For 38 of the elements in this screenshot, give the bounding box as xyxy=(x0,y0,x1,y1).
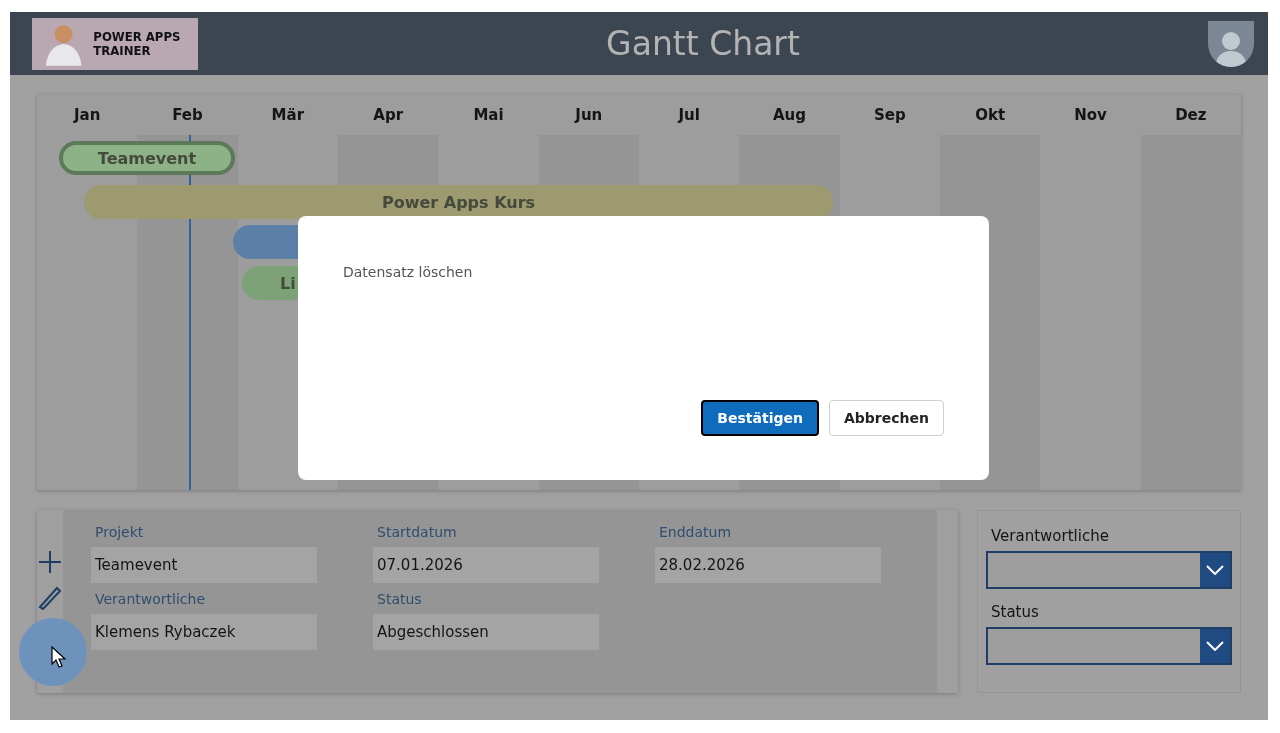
field-label: Enddatum xyxy=(659,524,733,540)
month-label: Mär xyxy=(270,106,306,124)
input-field[interactable]: Teamevent xyxy=(91,547,317,583)
field-label: Startdatum xyxy=(377,524,458,540)
month-label: Jun xyxy=(573,106,604,124)
month-label: Sep xyxy=(872,106,907,124)
cursor-icon xyxy=(51,646,67,668)
month-label: Apr xyxy=(372,106,405,124)
dropdown[interactable] xyxy=(986,627,1232,665)
gantt-bar[interactable]: Teamevent xyxy=(59,141,235,175)
chevron-down-icon xyxy=(1206,641,1224,651)
add-icon[interactable] xyxy=(38,550,62,574)
avatar[interactable] xyxy=(1208,20,1254,67)
dropdown[interactable] xyxy=(986,551,1232,589)
app-title: Gantt Chart xyxy=(605,24,801,63)
chevron-down-icon xyxy=(1206,565,1224,575)
month-label: Okt xyxy=(974,106,1007,124)
field-label: Verantwortliche xyxy=(95,591,207,607)
month-label: Aug xyxy=(771,106,807,124)
field-label: Status xyxy=(377,591,423,607)
input-field[interactable]: 28.02.2026 xyxy=(655,547,881,583)
dialog-message: Datensatz löschen xyxy=(343,264,474,280)
month-label: Feb xyxy=(171,106,204,124)
cancel-button[interactable]: Abbrechen xyxy=(829,400,944,436)
confirm-button[interactable]: Bestätigen xyxy=(701,400,819,436)
input-field[interactable]: 07.01.2026 xyxy=(373,547,599,583)
month-label: Mai xyxy=(472,106,505,124)
filter-label: Status xyxy=(991,603,1040,621)
month-label: Dez xyxy=(1174,106,1208,124)
pencil-icon[interactable] xyxy=(37,584,63,610)
input-field[interactable]: Abgeschlossen xyxy=(373,614,599,650)
input-field[interactable]: Klemens Rybaczek xyxy=(91,614,317,650)
logo-text: POWER APPS TRAINER xyxy=(93,29,182,58)
field-label: Projekt xyxy=(95,524,145,540)
filter-label: Verantwortliche xyxy=(991,527,1110,545)
month-label: Jul xyxy=(676,106,701,124)
month-label: Jan xyxy=(72,106,102,124)
month-label: Nov xyxy=(1073,106,1108,124)
